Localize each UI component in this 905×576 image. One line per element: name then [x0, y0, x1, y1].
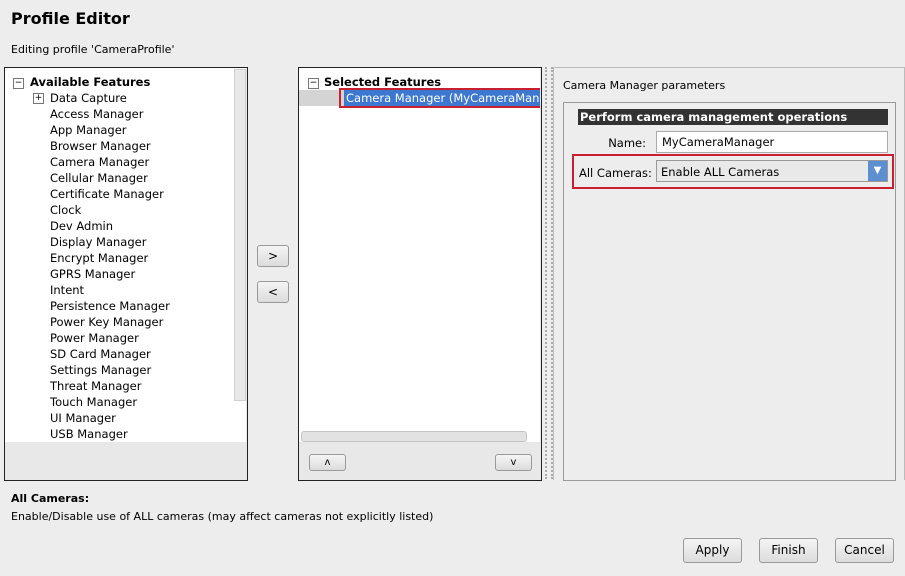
feature-item[interactable]: Data Capture [50, 90, 127, 106]
collapse-icon[interactable]: − [308, 78, 319, 89]
move-up-button[interactable]: ʌ [309, 454, 346, 471]
available-features-tree[interactable]: − Available Features + Data Capture Access… [5, 68, 246, 442]
parameters-group: Perform camera management operations Nam… [563, 102, 896, 481]
feature-item[interactable]: GPRS Manager [50, 266, 135, 282]
cancel-button[interactable]: Cancel [835, 538, 894, 563]
finish-button[interactable]: Finish [759, 538, 818, 563]
splitter-handle[interactable] [545, 67, 553, 479]
vertical-scrollbar[interactable] [234, 69, 246, 401]
horizontal-scrollbar[interactable] [301, 431, 527, 442]
feature-item[interactable]: Cellular Manager [50, 170, 148, 186]
feature-item[interactable]: Camera Manager [50, 154, 149, 170]
apply-button[interactable]: Apply [683, 538, 742, 563]
feature-item[interactable]: UI Manager [50, 410, 116, 426]
all-cameras-label: All Cameras: [579, 166, 652, 180]
group-header: Perform camera management operations [578, 109, 888, 125]
feature-item[interactable]: USB Manager [50, 426, 128, 442]
feature-item[interactable]: Touch Manager [50, 394, 137, 410]
move-down-button[interactable]: v [495, 454, 532, 471]
feature-item[interactable]: Power Key Manager [50, 314, 163, 330]
feature-item[interactable]: Clock [50, 202, 81, 218]
feature-item[interactable]: Settings Manager [50, 362, 151, 378]
selected-feature-item[interactable]: Camera Manager (MyCameraManager) [344, 90, 540, 106]
expand-icon[interactable]: + [33, 93, 44, 104]
page-subtitle: Editing profile 'CameraProfile' [11, 43, 175, 56]
feature-item[interactable]: Browser Manager [50, 138, 151, 154]
tree-header: Available Features [30, 75, 151, 89]
feature-item[interactable]: Intent [50, 282, 84, 298]
chevron-down-icon[interactable]: ▼ [868, 161, 887, 181]
select-value: Enable ALL Cameras [661, 165, 780, 179]
feature-item[interactable]: Persistence Manager [50, 298, 170, 314]
page-title: Profile Editor [11, 9, 130, 28]
parameters-panel: Camera Manager parameters Perform camera… [553, 67, 905, 481]
feature-item[interactable]: Certificate Manager [50, 186, 164, 202]
all-cameras-select[interactable]: Enable ALL Cameras ▼ [656, 160, 888, 182]
add-feature-button[interactable]: > [257, 245, 289, 267]
name-label: Name: [608, 136, 646, 150]
remove-feature-button[interactable]: < [257, 281, 289, 303]
help-text: Enable/Disable use of ALL cameras (may a… [11, 510, 434, 523]
parameters-title: Camera Manager parameters [563, 79, 726, 92]
feature-item[interactable]: Encrypt Manager [50, 250, 148, 266]
feature-item[interactable]: Threat Manager [50, 378, 141, 394]
selected-features-tree[interactable]: − Selected Features Camera Manager (MyCa… [299, 68, 540, 442]
available-features-panel: − Available Features + Data Capture Access… [4, 67, 248, 481]
feature-item[interactable]: Power Manager [50, 330, 139, 346]
collapse-icon[interactable]: − [13, 78, 24, 89]
help-title: All Cameras: [11, 492, 90, 505]
feature-item[interactable]: App Manager [50, 122, 127, 138]
feature-item[interactable]: Display Manager [50, 234, 146, 250]
feature-item[interactable]: Dev Admin [50, 218, 113, 234]
feature-item[interactable]: SD Card Manager [50, 346, 151, 362]
name-input[interactable] [656, 131, 888, 153]
feature-item[interactable]: Access Manager [50, 106, 143, 122]
selected-features-panel: − Selected Features Camera Manager (MyCa… [298, 67, 542, 481]
